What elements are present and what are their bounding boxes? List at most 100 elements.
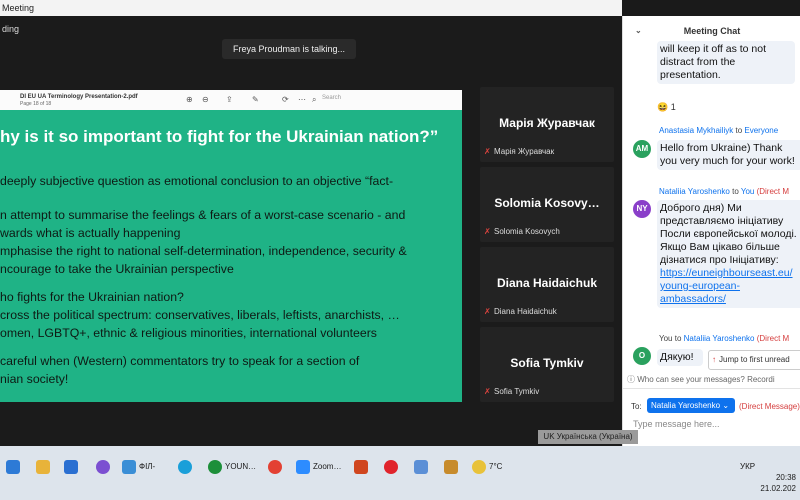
- zoom-in-icon[interactable]: ⊕: [186, 95, 193, 104]
- direct-message-tag: (Direct M: [756, 187, 790, 196]
- message-reaction[interactable]: 😆 1: [657, 102, 676, 113]
- taskbar-item[interactable]: YOUN…: [208, 456, 256, 478]
- taskbar-item[interactable]: ФІЛ-: [122, 456, 155, 478]
- rotate-icon[interactable]: ⟳: [282, 95, 289, 104]
- message-link[interactable]: https://euneighbourseast.eu/: [660, 267, 800, 280]
- message-link[interactable]: ambassadors/: [660, 293, 800, 306]
- clock-date: 21.02.202: [760, 484, 796, 493]
- chevron-down-icon: ⌄: [722, 401, 730, 410]
- slide-line: nian society!: [0, 372, 69, 386]
- more-icon[interactable]: ⋯: [298, 95, 306, 104]
- to-word: to: [674, 334, 682, 343]
- pen-icon[interactable]: ✎: [252, 95, 259, 104]
- message-line: Посли європейської молоді.: [660, 228, 797, 240]
- chat-message-input[interactable]: Type message here...: [633, 419, 720, 429]
- participant-name: Diana Haidaichuk: [494, 307, 557, 316]
- window-title: Meeting: [2, 3, 35, 13]
- muted-mic-icon: ✗: [484, 147, 491, 156]
- message-line: Якщо Вам цікаво більше: [660, 241, 780, 253]
- participant-tile[interactable]: Diana Haidaichuk ✗ Diana Haidaichuk: [480, 247, 614, 322]
- pdf-filename: DI EU UA Terminology Presentation-2.pdf: [20, 94, 138, 100]
- visibility-label: Who can see your messages? Recordi: [637, 375, 775, 384]
- slide-line: deeply subjective question as emotional …: [0, 174, 394, 188]
- pdf-toolbar: DI EU UA Terminology Presentation-2.pdf …: [0, 90, 462, 111]
- participant-tile[interactable]: Sofia Tymkiv ✗ Sofia Tymkiv: [480, 327, 614, 402]
- message-line: will keep it off as to not: [660, 43, 767, 55]
- viber-icon[interactable]: [96, 456, 113, 478]
- recipient-value: Natalia Yaroshenko: [651, 401, 721, 410]
- temperature: 7°C: [489, 462, 503, 471]
- chevron-down-icon[interactable]: ⌄: [635, 16, 642, 46]
- pdf-search-input[interactable]: Search: [322, 95, 341, 101]
- active-speaker-banner: Freya Proudman is talking...: [222, 39, 356, 59]
- presentation-slide: hy is it so important to fight for the U…: [0, 110, 462, 402]
- mail-icon[interactable]: [64, 456, 81, 478]
- slide-line: careful when (Western) commentators try …: [0, 354, 360, 368]
- slide-line: omen, LGBTQ+, ethnic & religious minorit…: [0, 326, 377, 340]
- participant-display-name: Марія Журавчак: [499, 116, 595, 130]
- search-icon[interactable]: ⌕: [312, 95, 316, 105]
- chat-message: Дякую!: [657, 349, 703, 366]
- opera-icon[interactable]: [384, 456, 401, 478]
- slide-line: wards what is actually happening: [0, 226, 181, 240]
- slide-line: n attempt to summarise the feelings & fe…: [0, 208, 406, 222]
- participant-display-name: Sofia Tymkiv: [510, 356, 584, 370]
- chat-message: will keep it off as to not distract from…: [657, 41, 795, 84]
- start-icon[interactable]: [6, 456, 23, 478]
- participant-tile[interactable]: Марія Журавчак ✗ Марія Журавчак: [480, 87, 614, 162]
- taskbar-label: YOUN…: [225, 462, 257, 471]
- chrome-icon[interactable]: [268, 456, 285, 478]
- message-link[interactable]: young-european-: [660, 280, 800, 293]
- message-line: Hello from Ukraine) Thank: [660, 142, 783, 154]
- powerpoint-icon[interactable]: [354, 456, 371, 478]
- message-line: Доброго дня) Ми: [660, 202, 742, 214]
- direct-message-tag: (Direct M: [756, 334, 790, 343]
- message-meta: You to Nataliia Yaroshenko (Direct M: [659, 334, 789, 343]
- slide-line: ncourage to take the Ukrainian perspecti…: [0, 262, 234, 276]
- pdf-page-indicator: Page 18 of 18: [20, 101, 52, 107]
- taskbar-item[interactable]: Zoom…: [296, 456, 341, 478]
- app-icon[interactable]: [414, 456, 431, 478]
- message-line: distract from the: [660, 56, 736, 68]
- message-meta: Anastasia Mykhailiyk to Everyone: [659, 126, 778, 135]
- to-word: to: [735, 126, 743, 135]
- app-icon[interactable]: [444, 456, 461, 478]
- slide-line: ho fights for the Ukrainian nation?: [0, 290, 184, 304]
- explorer-icon[interactable]: [36, 456, 53, 478]
- chat-message: Доброго дня) Ми представляємо ініціативу…: [657, 200, 800, 308]
- info-icon: ⓘ: [627, 375, 635, 384]
- zoom-out-icon[interactable]: ⊖: [202, 95, 209, 104]
- message-line: presentation.: [660, 69, 721, 81]
- taskbar-label: Zoom…: [313, 462, 342, 471]
- avatar: AM: [633, 140, 651, 158]
- sender-name[interactable]: Anastasia Mykhailiyk: [659, 126, 733, 135]
- sender-name[interactable]: Nataliia Yaroshenko: [659, 187, 730, 196]
- participant-display-name: Solomia Kosovy…: [494, 196, 600, 210]
- divider: [623, 388, 800, 389]
- participant-display-name: Diana Haidaichuk: [496, 276, 598, 290]
- language-indicator: UK Українська (Україна): [538, 430, 638, 444]
- share-icon[interactable]: ⇪: [226, 95, 233, 104]
- recipient-name[interactable]: You: [741, 187, 755, 196]
- meeting-chat-panel: ⌄ Meeting Chat will keep it off as to no…: [622, 16, 800, 446]
- muted-mic-icon: ✗: [484, 307, 491, 316]
- participant-tile[interactable]: Solomia Kosovy… ✗ Solomia Kosovych: [480, 167, 614, 242]
- system-clock[interactable]: 20:38 21.02.202: [760, 472, 796, 494]
- chat-title: Meeting Chat: [683, 26, 741, 36]
- recipient-name[interactable]: Everyone: [744, 126, 778, 135]
- message-visibility-info[interactable]: ⓘ Who can see your messages? Recordi: [627, 374, 775, 385]
- skype-icon[interactable]: [178, 456, 195, 478]
- avatar: NY: [633, 200, 651, 218]
- message-meta: Nataliia Yaroshenko to You (Direct M: [659, 187, 789, 196]
- sender-name: You: [659, 334, 673, 343]
- taskbar-label: ФІЛ-: [139, 462, 156, 471]
- jump-to-unread-button[interactable]: ↑ Jump to first unread: [708, 350, 800, 370]
- keyboard-language[interactable]: УКР: [740, 456, 755, 478]
- shared-pdf-viewer[interactable]: DI EU UA Terminology Presentation-2.pdf …: [0, 90, 462, 402]
- taskbar: ФІЛ- YOUN… Zoom… 7°C УКР 20:38 21.02.202: [0, 446, 800, 500]
- muted-mic-icon: ✗: [484, 387, 491, 396]
- weather-icon[interactable]: 7°C: [472, 456, 502, 478]
- recipient-name[interactable]: Nataliia Yaroshenko: [684, 334, 755, 343]
- direct-message-label: (Direct Message): [739, 402, 800, 411]
- recipient-select[interactable]: Natalia Yaroshenko ⌄: [647, 398, 735, 413]
